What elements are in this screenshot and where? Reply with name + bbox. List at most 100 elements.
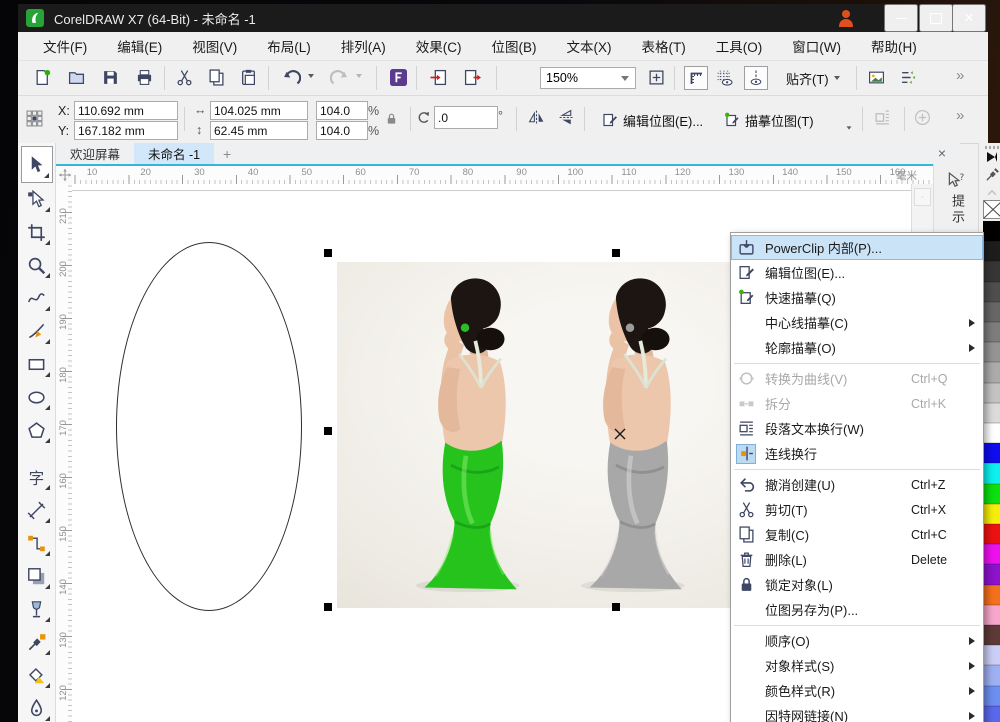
snap-to-button[interactable]: 贴齐(T) <box>780 63 846 93</box>
toolbox-spacer[interactable] <box>21 447 53 461</box>
x-position-field[interactable] <box>74 101 178 120</box>
interactive-fill-tool[interactable] <box>21 692 53 722</box>
selection-handle-bottom-middle[interactable] <box>612 603 620 611</box>
color-swatch[interactable] <box>983 706 1000 722</box>
menu-item-cut[interactable]: 剪切(T) Ctrl+X <box>731 497 983 522</box>
import-button[interactable] <box>430 69 447 86</box>
menu-item-quick-trace[interactable]: 快速描摹(Q) <box>731 285 983 310</box>
crop-tool[interactable] <box>21 216 53 249</box>
new-document-tab-button[interactable]: + <box>214 143 240 164</box>
scroll-up-button[interactable] <box>914 188 931 206</box>
pick-tool[interactable] <box>21 146 53 183</box>
menu-item-copy[interactable]: 复制(C) Ctrl+C <box>731 522 983 547</box>
paste-button[interactable] <box>240 69 257 86</box>
menu-item-outline-trace[interactable]: 轮廓描摹(O) <box>731 335 983 360</box>
menu-item-save-bitmap-as[interactable]: 位图另存为(P)... <box>731 597 983 622</box>
color-swatch[interactable] <box>983 241 1000 261</box>
open-button[interactable] <box>68 69 85 86</box>
undo-dropdown[interactable] <box>308 74 314 78</box>
menu-item-centerline-trace[interactable]: 中心线描摹(C) <box>731 310 983 335</box>
rotation-angle-field[interactable] <box>434 106 498 129</box>
trace-bitmap-button[interactable]: 描摹位图(T) <box>718 105 820 135</box>
color-swatch[interactable] <box>983 302 1000 322</box>
object-width-field[interactable] <box>210 101 308 120</box>
smart-fill-tool[interactable] <box>21 659 53 692</box>
color-swatch[interactable] <box>983 645 1000 665</box>
menu-bar-item[interactable]: 布局(L) <box>252 32 326 60</box>
menu-item-order[interactable]: 顺序(O) <box>731 628 983 653</box>
account-icon[interactable] <box>838 9 854 27</box>
show-guidelines-toggle[interactable] <box>744 66 768 90</box>
menu-item-powerclip-inside[interactable]: PowerClip 内部(P)... <box>731 235 983 260</box>
artistic-media-tool[interactable] <box>21 315 53 348</box>
view-settings-button[interactable] <box>900 69 917 86</box>
menu-bar-item[interactable]: 工具(O) <box>701 32 778 60</box>
color-swatch[interactable] <box>983 362 1000 382</box>
ellipse-tool[interactable] <box>21 381 53 414</box>
color-swatch[interactable] <box>983 221 1000 241</box>
connector-tool[interactable] <box>21 527 53 560</box>
docker-tab-hints[interactable]: 提示 <box>948 194 967 226</box>
transparency-tool[interactable] <box>21 593 53 626</box>
menu-bar-item[interactable]: 窗口(W) <box>777 32 856 60</box>
zoom-level-combo[interactable] <box>540 67 636 89</box>
document-tab[interactable]: 欢迎屏幕 <box>56 143 134 164</box>
color-swatch[interactable] <box>983 524 1000 544</box>
new-document-button[interactable] <box>34 69 51 86</box>
export-button[interactable] <box>464 69 481 86</box>
full-screen-preview-button[interactable] <box>648 69 665 86</box>
freehand-tool[interactable] <box>21 282 53 315</box>
maximize-button[interactable] <box>919 4 953 32</box>
menu-bar-item[interactable]: 效果(C) <box>401 32 477 60</box>
polygon-tool[interactable] <box>21 414 53 447</box>
object-height-field[interactable] <box>210 121 308 140</box>
lock-ratio-button[interactable] <box>384 111 399 126</box>
menu-item-lock-object[interactable]: 锁定对象(L) <box>731 572 983 597</box>
menu-bar-item[interactable]: 文本(X) <box>552 32 627 60</box>
menu-item-wrap-paragraph-text[interactable]: 段落文本换行(W) <box>731 416 983 441</box>
parallel-dimension-tool[interactable] <box>21 494 53 527</box>
zoom-level-input[interactable] <box>541 71 621 85</box>
rectangle-tool[interactable] <box>21 348 53 381</box>
color-swatch[interactable] <box>983 342 1000 362</box>
mirror-horizontal-button[interactable] <box>528 109 545 126</box>
redo-dropdown[interactable] <box>356 74 362 78</box>
menu-item-break-apart[interactable]: 拆分 Ctrl+K <box>731 391 983 416</box>
mirror-vertical-button[interactable] <box>558 109 575 126</box>
menu-bar-item[interactable]: 视图(V) <box>177 32 252 60</box>
color-swatch[interactable] <box>983 605 1000 625</box>
show-grid-toggle[interactable] <box>716 69 733 86</box>
trace-dropdown-icon[interactable] <box>847 126 852 129</box>
color-swatch[interactable] <box>983 665 1000 685</box>
menu-item-convert-to-curves[interactable]: 转换为曲线(V) Ctrl+Q <box>731 366 983 391</box>
launch-button[interactable] <box>390 69 407 86</box>
vertical-ruler[interactable]: 210200190180170160150140130120 <box>56 184 72 722</box>
color-swatch[interactable] <box>983 564 1000 584</box>
ellipse-object[interactable] <box>116 242 302 611</box>
menu-item-color-styles[interactable]: 颜色样式(R) <box>731 678 983 703</box>
save-button[interactable] <box>102 69 119 86</box>
menu-bar-item[interactable]: 编辑(E) <box>102 32 177 60</box>
options-button[interactable] <box>868 69 885 86</box>
color-swatch[interactable] <box>983 423 1000 443</box>
close-button[interactable]: × <box>952 4 986 32</box>
close-document-icon[interactable]: × <box>932 144 952 162</box>
menu-item-object-styles[interactable]: 对象样式(S) <box>731 653 983 678</box>
menu-item-connector-wrap[interactable]: 连线换行 <box>731 441 983 466</box>
scale-x-field[interactable] <box>316 101 368 120</box>
selection-handle-top-left[interactable] <box>324 249 332 257</box>
print-button[interactable] <box>136 69 153 86</box>
drop-shadow-tool[interactable] <box>21 560 53 593</box>
zoom-tool[interactable] <box>21 249 53 282</box>
selection-handle-top-middle[interactable] <box>612 249 620 257</box>
cut-button[interactable] <box>176 69 193 86</box>
menu-item-internet-links[interactable]: 因特网链接(N) <box>731 703 983 722</box>
text-tool[interactable] <box>21 461 53 494</box>
color-swatch[interactable] <box>983 484 1000 504</box>
color-swatch[interactable] <box>983 625 1000 645</box>
redo-button[interactable] <box>330 68 349 87</box>
menu-bar-item[interactable]: 位图(B) <box>477 32 552 60</box>
color-swatch[interactable] <box>983 585 1000 605</box>
shape-tool[interactable] <box>21 183 53 216</box>
minimize-button[interactable] <box>884 4 918 32</box>
